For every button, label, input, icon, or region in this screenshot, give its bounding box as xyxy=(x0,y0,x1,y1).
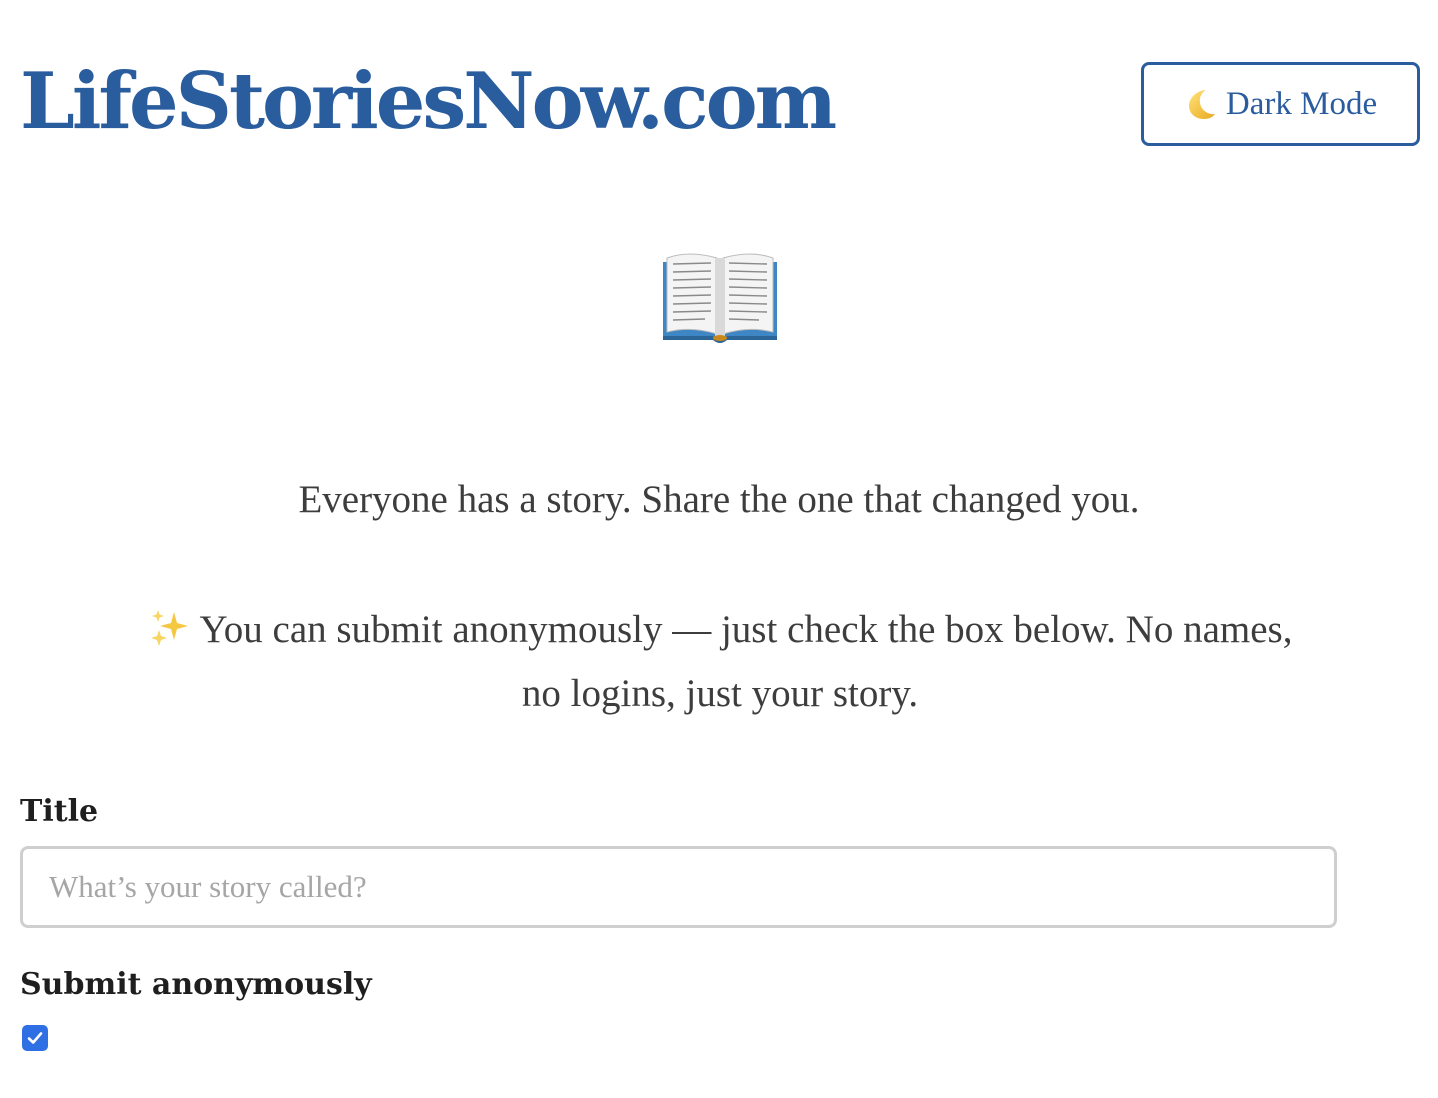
crescent-moon-icon xyxy=(1184,87,1218,121)
tagline: Everyone has a story. Share the one that… xyxy=(298,478,1140,521)
submit-anonymously-checkbox[interactable] xyxy=(22,1025,48,1051)
title-input[interactable] xyxy=(20,846,1337,928)
site-title: LifeStoriesNow.com xyxy=(20,56,837,147)
anonymous-note: You can submit anonymously — just check … xyxy=(140,598,1300,726)
sparkles-icon xyxy=(148,608,192,648)
dark-mode-label: Dark Mode xyxy=(1225,85,1378,122)
checkmark-icon xyxy=(27,1032,43,1044)
open-book-icon xyxy=(659,248,781,346)
title-label: Title xyxy=(20,794,99,829)
anonymous-note-text: You can submit anonymously — just check … xyxy=(199,608,1293,715)
submit-anonymously-label: Submit anonymously xyxy=(20,967,372,1002)
dark-mode-button[interactable]: Dark Mode xyxy=(1141,62,1420,146)
